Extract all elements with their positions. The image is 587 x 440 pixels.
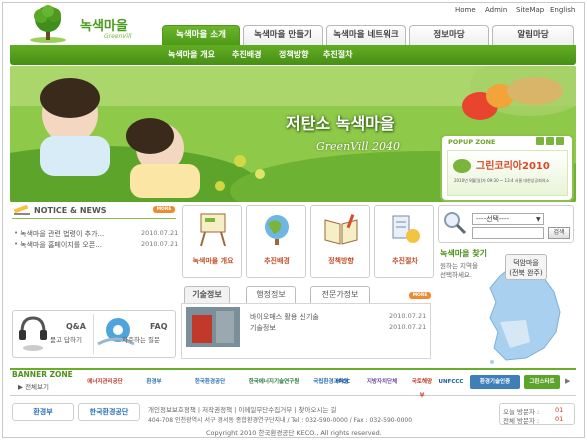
info-date-1: 2010.07.21: [389, 312, 427, 320]
chevron-down-icon: ▼: [536, 216, 541, 223]
tab-notice-plaza[interactable]: 알림마당: [492, 25, 574, 45]
tree-logo-icon[interactable]: [24, 4, 72, 44]
banner-logo[interactable]: IPCC: [332, 375, 354, 389]
quick-card-overview[interactable]: 녹색마을 개요: [182, 205, 242, 278]
bullet-icon: •: [14, 229, 19, 237]
footer-links[interactable]: 개인정보보호정책 | 저작권정책 | 이메일무단수집거부 | 찾아오시는 길: [148, 404, 336, 414]
quick-card-policy[interactable]: 정책방향: [310, 205, 370, 278]
magnifier-icon: [444, 212, 467, 235]
quick-card-label: 추진배경: [264, 257, 290, 265]
info-item-2[interactable]: 기술정보: [250, 323, 276, 333]
banner-logo[interactable]: 한국에너지기술연구원: [246, 375, 302, 389]
quick-card-label: 녹색마을 개요: [192, 257, 234, 265]
book-icon: [324, 214, 358, 245]
banner-logo[interactable]: 그린스타트: [524, 375, 560, 389]
search-button[interactable]: 검색: [548, 227, 570, 239]
banner-logo[interactable]: 에너지관리공단: [80, 375, 130, 389]
qa-title[interactable]: Q&A: [66, 322, 86, 331]
popup-banner-detail: 2010년 9월[일]자 09:30 ~ 13:4 서울 대한상공회의소: [454, 178, 550, 183]
popup-next-button[interactable]: [556, 137, 564, 145]
subnav-background[interactable]: 추진배경: [232, 45, 261, 65]
today-visitor-count: 01: [555, 406, 564, 414]
site-subtitle: GreenVill: [104, 33, 132, 40]
map-desc-line2: 선택하세요.: [440, 271, 472, 279]
util-link-home[interactable]: Home: [455, 6, 476, 14]
info-more-button[interactable]: MORE: [409, 292, 431, 299]
biomass-photo-icon[interactable]: [186, 307, 240, 347]
tab-greenvill-build[interactable]: 녹색마을 만들기: [243, 25, 323, 45]
total-visitor-label: 전체 방문자 :: [503, 417, 540, 425]
popup-prev-button[interactable]: [536, 137, 544, 145]
notice-date-1: 2010.07.21: [141, 229, 179, 237]
hero-title: 저탄소 녹색마을: [286, 114, 395, 133]
footer-logo-keco[interactable]: 한국환경공단: [78, 403, 140, 421]
popup-zone-label: POPUP ZONE: [448, 138, 496, 146]
banner-logo[interactable]: 국토해양부: [410, 375, 434, 399]
faq-title[interactable]: FAQ: [150, 322, 168, 331]
tab-admin-info[interactable]: 행정정보: [246, 286, 296, 303]
easel-icon: [200, 213, 226, 247]
map-village-name: 덕암마을: [513, 259, 539, 267]
subnav-policy[interactable]: 정책방향: [279, 45, 308, 65]
subnav-procedure[interactable]: 추진절차: [323, 45, 352, 65]
footer-logo-ministry[interactable]: 환경부: [12, 403, 74, 421]
search-category-select[interactable]: ----선택----: [472, 213, 544, 225]
steps-icon: [392, 215, 420, 243]
info-item-1[interactable]: 바이오매스 활용 신기술: [250, 312, 319, 322]
headset-icon[interactable]: [18, 314, 48, 354]
notice-date-2: 2010.07.21: [141, 240, 179, 248]
notice-divider: [12, 218, 176, 219]
banner-logo[interactable]: 환경기술인증: [470, 375, 520, 389]
quick-card-procedure[interactable]: 추진절차: [374, 205, 434, 278]
quick-card-label: 정책방향: [328, 257, 354, 265]
tab-expert-info[interactable]: 전문가정보: [310, 286, 370, 303]
hero-subtitle: GreenVill 2040: [316, 140, 400, 153]
tab-greenvill-network[interactable]: 녹색마을 네트워크: [326, 25, 406, 45]
site-title[interactable]: 녹색마을: [80, 15, 128, 34]
notice-more-button[interactable]: MORE: [153, 206, 175, 213]
tab-info-plaza[interactable]: 정보마당: [409, 25, 489, 45]
banner-zone-title: BANNER ZONE: [12, 370, 73, 379]
footer-address: 404-708 인천광역시 서구 경서동 종합환경연구단지내 / Tel : 0…: [148, 417, 413, 424]
notice-section-title: NOTICE & NEWS: [34, 206, 107, 215]
notice-item-2[interactable]: 녹색마을 홈페이지를 오픈...: [20, 240, 102, 250]
globe-icon: [265, 215, 289, 245]
tab-tech-info[interactable]: 기술정보: [184, 286, 230, 303]
quick-card-background[interactable]: 추진배경: [246, 205, 306, 278]
popup-banner[interactable]: 그린코리아2010 2010년 9월[일]자 09:30 ~ 13:4 서울 대…: [447, 150, 568, 196]
faq-subtitle[interactable]: 자주하는 질문: [122, 334, 160, 344]
banner-logo[interactable]: 한국환경공단: [184, 375, 236, 389]
map-village-region: (전북 완주): [509, 269, 543, 277]
banner-zone-view-all[interactable]: ▶ 전체보기: [18, 381, 49, 391]
search-input[interactable]: [472, 227, 544, 239]
subnav-overview[interactable]: 녹색마을 개요: [168, 45, 215, 65]
footer-copyright: Copyright 2010 한국환경공단 KECO., All rights …: [206, 429, 382, 437]
util-link-sitemap[interactable]: SiteMap: [516, 6, 544, 14]
quick-card-label: 추진절차: [392, 257, 418, 265]
total-visitor-count: 01: [555, 415, 564, 423]
banner-logo[interactable]: UNFCCC: [436, 375, 466, 389]
bullet-icon: •: [14, 240, 19, 248]
notice-item-1[interactable]: 녹색마을 관련 법령이 추가...: [20, 229, 104, 239]
util-link-english[interactable]: English: [550, 6, 575, 14]
green-korea-leaf-icon: [453, 159, 471, 173]
faq-at-icon[interactable]: [96, 314, 136, 350]
qa-divider: [93, 314, 94, 354]
map-title: 녹색마을 찾기: [440, 249, 487, 258]
notice-pencil-icon: [13, 204, 30, 215]
popup-pause-button[interactable]: [546, 137, 554, 145]
tab-greenvill-intro[interactable]: 녹색마을 소개: [162, 25, 240, 45]
util-link-admin[interactable]: Admin: [485, 6, 507, 14]
map-village-popup[interactable]: 덕암마을 (전북 완주): [505, 254, 547, 280]
info-date-2: 2010.07.21: [389, 323, 427, 331]
banner-logo[interactable]: 환경부: [134, 375, 174, 389]
popup-banner-title: 그린코리아2010: [476, 161, 550, 172]
banner-next-icon[interactable]: ▶: [565, 377, 570, 385]
qa-subtitle[interactable]: 묻고 답하기: [50, 334, 82, 344]
banner-logo[interactable]: 지방자치단체: [358, 375, 406, 389]
